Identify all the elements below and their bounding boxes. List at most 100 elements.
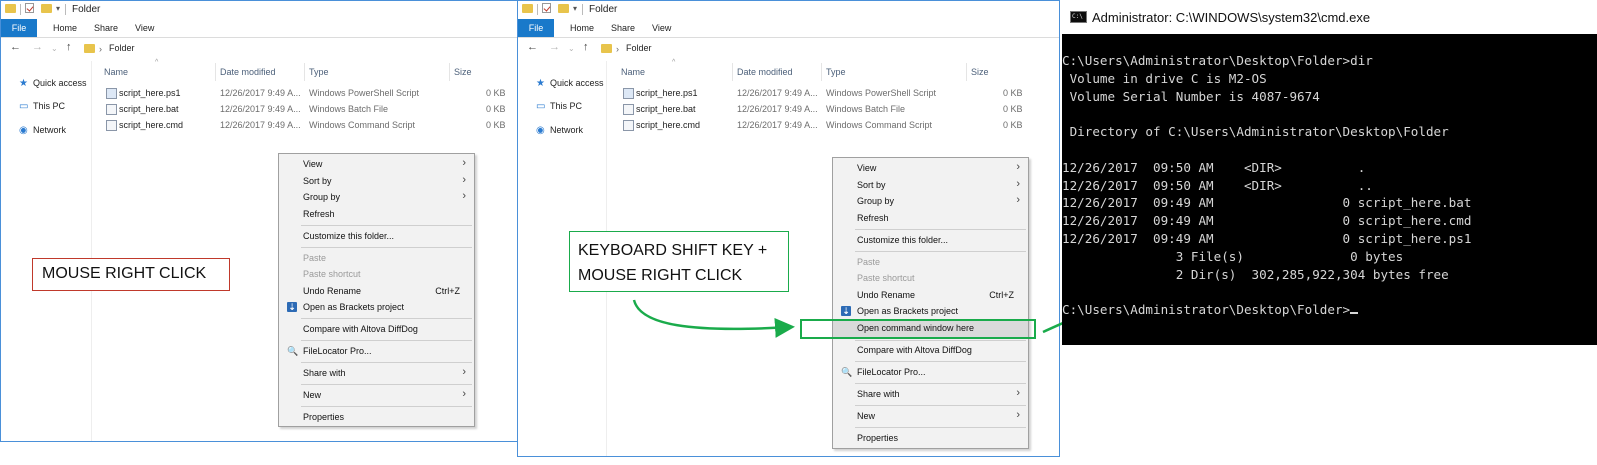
menu-item-sort-by[interactable]: Sort by › [279,173,474,190]
menu-item-open-brackets[interactable]: ⇣ Open as Brackets project [279,299,474,316]
file-row[interactable]: script_here.cmd 12/26/2017 9:49 A... Win… [106,119,506,134]
customize-toolbar-icon[interactable]: ▾ [56,4,60,13]
menu-item-filelocator[interactable]: 🔍 FileLocator Pro... [833,364,1028,381]
menu-item-view[interactable]: View › [833,160,1028,177]
customize-toolbar-icon[interactable]: ▾ [573,4,577,13]
new-folder-icon[interactable] [41,4,52,13]
divider[interactable] [215,63,216,81]
menu-item-share-with[interactable]: Share with › [279,365,474,382]
back-arrow-icon[interactable]: ← [10,41,21,53]
new-folder-icon[interactable] [558,4,569,13]
menu-item-compare-diffdog[interactable]: Compare with Altova DiffDog [833,342,1028,359]
menu-item-customize-folder[interactable]: Customize this folder... [279,228,474,245]
annotation-mouse-right-click: MOUSE RIGHT CLICK [32,258,230,291]
file-row[interactable]: script_here.bat 12/26/2017 9:49 A... Win… [106,103,506,118]
back-arrow-icon[interactable]: ← [527,41,538,53]
menu-item-paste[interactable]: Paste [279,250,474,267]
menu-item-group-by[interactable]: Group by › [279,189,474,206]
menu-item-refresh[interactable]: Refresh [279,206,474,223]
file-row[interactable]: script_here.ps1 12/26/2017 9:49 A... Win… [623,87,1023,102]
column-header-type[interactable]: Type [309,67,329,77]
column-header-name[interactable]: Name [621,67,645,77]
chevron-down-icon[interactable]: ⌄ [51,44,58,53]
address-breadcrumb[interactable]: Folder [626,43,652,53]
menu-item-group-by[interactable]: Group by › [833,193,1028,210]
computer-icon: ▭ [536,101,546,112]
star-icon: ★ [536,78,545,89]
file-date: 12/26/2017 9:49 A... [737,120,818,130]
menu-item-refresh[interactable]: Refresh [833,210,1028,227]
batch-file-icon [623,104,634,115]
menu-item-undo-rename[interactable]: Undo Rename Ctrl+Z [279,283,474,300]
file-row[interactable]: script_here.ps1 12/26/2017 9:49 A... Win… [106,87,506,102]
menu-label: View [303,159,323,169]
file-name: script_here.cmd [636,120,701,130]
up-arrow-icon[interactable]: ↑ [66,41,72,53]
shortcut-label: Ctrl+Z [435,286,460,296]
tab-file[interactable]: File [518,19,554,37]
menu-label: Open as Brackets project [303,302,405,312]
console-line: 12/26/2017 09:49 AM 0 script_here.bat [1062,195,1472,211]
menu-item-open-brackets[interactable]: ⇣ Open as Brackets project [833,303,1028,320]
menu-item-new[interactable]: New › [279,387,474,404]
properties-icon[interactable] [25,3,34,13]
divider[interactable] [304,63,305,81]
tab-home[interactable]: Home [53,19,77,37]
column-header-size[interactable]: Size [454,67,472,77]
tab-share[interactable]: Share [94,19,118,37]
properties-icon[interactable] [542,3,551,13]
chevron-down-icon[interactable]: ⌄ [568,44,575,53]
tab-view[interactable]: View [652,19,671,37]
context-menu: View › Sort by › Group by › Refresh Customi… [278,153,475,427]
menu-divider [855,251,1026,252]
forward-arrow-icon[interactable]: → [32,41,43,53]
menu-item-properties[interactable]: Properties [833,430,1028,447]
column-header-type[interactable]: Type [826,67,846,77]
chevron-right-icon[interactable]: › [616,44,619,54]
menu-item-paste[interactable]: Paste [833,254,1028,271]
menu-label: Group by [303,192,341,202]
menu-label: Customize this folder... [857,235,949,245]
tab-view[interactable]: View [135,19,154,37]
divider[interactable] [732,63,733,81]
up-arrow-icon[interactable]: ↑ [583,41,589,53]
menu-item-new[interactable]: New › [833,408,1028,425]
address-breadcrumb[interactable]: Folder [109,43,135,53]
tab-file[interactable]: File [1,19,37,37]
navigation-bar: ← → ⌄ ↑ › Folder [1,38,517,58]
menu-item-properties[interactable]: Properties [279,409,474,426]
file-type: Windows PowerShell Script [826,88,937,98]
menu-item-paste-shortcut[interactable]: Paste shortcut [833,270,1028,287]
menu-item-filelocator[interactable]: 🔍 FileLocator Pro... [279,343,474,360]
column-header-date[interactable]: Date modified [737,67,793,77]
divider[interactable] [966,63,967,81]
cmd-icon: C:\ [1070,11,1087,23]
menu-label: Sort by [303,176,332,186]
menu-item-compare-diffdog[interactable]: Compare with Altova DiffDog [279,321,474,338]
divider[interactable] [449,63,450,81]
menu-item-paste-shortcut[interactable]: Paste shortcut [279,266,474,283]
menu-item-undo-rename[interactable]: Undo Rename Ctrl+Z [833,287,1028,304]
file-name: script_here.ps1 [119,88,181,98]
tab-share[interactable]: Share [611,19,635,37]
file-row[interactable]: script_here.cmd 12/26/2017 9:49 A... Win… [623,119,1023,134]
console-line: C:\Users\Administrator\Desktop\Folder>di… [1062,53,1373,68]
menu-label: Paste shortcut [857,273,915,283]
column-header-date[interactable]: Date modified [220,67,276,77]
divider[interactable] [821,63,822,81]
window-title: Folder [72,4,101,15]
column-header-name[interactable]: Name [104,67,128,77]
menu-item-view[interactable]: View › [279,156,474,173]
column-header-size[interactable]: Size [971,67,989,77]
menu-label: Open as Brackets project [857,306,959,316]
cmd-console[interactable]: C:\Users\Administrator\Desktop\Folder>di… [1062,34,1597,345]
tab-home[interactable]: Home [570,19,594,37]
console-line: 3 File(s) 0 bytes [1062,248,1404,264]
menu-item-share-with[interactable]: Share with › [833,386,1028,403]
menu-label: Undo Rename [857,290,916,300]
file-row[interactable]: script_here.bat 12/26/2017 9:49 A... Win… [623,103,1023,118]
menu-item-customize-folder[interactable]: Customize this folder... [833,232,1028,249]
chevron-right-icon[interactable]: › [99,44,102,54]
menu-item-sort-by[interactable]: Sort by › [833,177,1028,194]
forward-arrow-icon[interactable]: → [549,41,560,53]
